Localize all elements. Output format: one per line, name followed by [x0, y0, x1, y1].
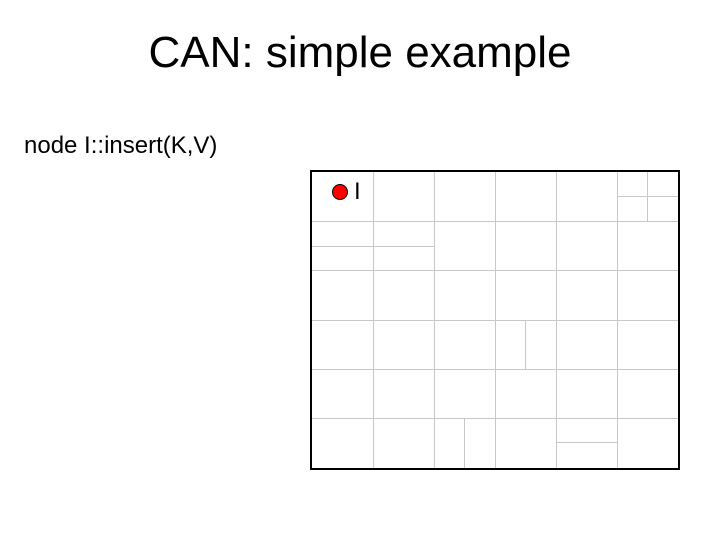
grid-line: [312, 418, 678, 419]
grid-line: [312, 270, 678, 271]
grid-line: [312, 246, 434, 247]
slide: CAN: simple example node I::insert(K,V) …: [0, 0, 720, 540]
node-label-i: I: [354, 178, 361, 206]
grid-line: [312, 320, 678, 321]
grid-line: [312, 369, 678, 370]
grid-line: [617, 196, 678, 197]
insert-caption: node I::insert(K,V): [24, 132, 217, 160]
grid-line: [525, 320, 526, 369]
slide-title: CAN: simple example: [0, 28, 720, 78]
grid-line: [464, 418, 465, 468]
grid-line: [556, 442, 617, 443]
can-grid: I: [310, 170, 680, 470]
grid-line: [312, 221, 678, 222]
node-dot-i: [332, 184, 348, 200]
